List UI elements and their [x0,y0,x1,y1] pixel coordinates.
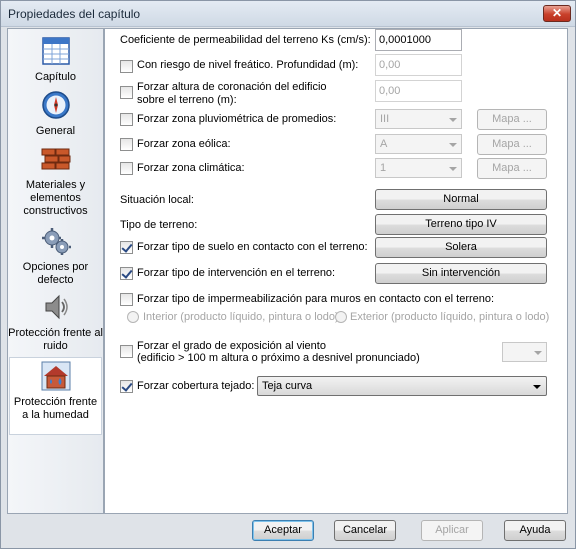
apply-button[interactable]: Aplicar [421,520,483,541]
permeability-input[interactable]: 0,0001000 [375,29,462,51]
sidebar-item-humedad[interactable]: Protección frente a la humedad [9,357,102,435]
chevron-down-icon [449,143,457,147]
chevron-down-icon [449,167,457,171]
crown-height-input[interactable]: 0,00 [375,80,462,102]
crown-height-label-2: sobre el terreno (m): [137,94,237,106]
sidebar-item-opciones[interactable]: Opciones por defecto [8,225,103,286]
sidebar-item-label: Opciones por defecto [22,261,89,286]
chevron-down-icon [449,118,457,122]
speaker-icon [45,294,68,320]
wind-exposure-label-2: (edificio > 100 m altura o próximo a des… [137,352,420,364]
roof-cover-checkbox[interactable] [120,380,133,393]
wind-zone-select[interactable]: A [375,134,462,154]
title-bar[interactable]: Propiedades del capítulo ✕ [1,1,575,27]
wind-exposure-select[interactable] [502,342,547,362]
bricks-icon [41,148,70,170]
climate-zone-map-button[interactable]: Mapa ... [477,158,547,179]
rain-zone-select[interactable]: III [375,109,462,129]
sidebar-item-materiales[interactable]: Materiales y elementos constructivos [8,143,103,219]
compass-icon [41,91,70,119]
accept-button[interactable]: Aceptar [252,520,314,541]
climate-zone-value: 1 [380,162,387,174]
climate-zone-select[interactable]: 1 [375,158,462,178]
waterproofing-label: Forzar tipo de impermeabilización para m… [137,293,495,305]
sidebar-item-ruido[interactable]: Protección frente al ruido [8,291,103,353]
sidebar: Capítulo General Materiales y elementos … [7,28,104,514]
rain-zone-value: III [380,113,390,125]
humidity-icon [41,361,70,391]
roof-cover-value: Teja curva [262,380,313,392]
local-situation-label: Situación local: [120,194,194,206]
exterior-radio-label: Exterior (producto líquido, pintura o lo… [350,311,550,323]
chevron-down-icon [534,351,542,355]
help-button[interactable]: Ayuda [504,520,566,541]
close-button[interactable]: ✕ [543,5,571,22]
interior-radio-label: Interior (producto líquido, pintura o lo… [143,311,339,323]
intervention-type-button[interactable]: Sin intervención [375,263,547,284]
permeability-label: Coeficiente de permeabilidad del terreno… [120,34,371,46]
crown-height-label-1: Forzar altura de coronación del edificio [137,81,327,93]
soil-type-label: Forzar tipo de suelo en contacto con el … [137,241,368,253]
sidebar-item-label: Materiales y elementos constructivos [23,179,88,217]
wind-zone-label: Forzar zona eólica: [137,138,231,150]
terrain-type-button[interactable]: Terreno tipo IV [375,214,547,235]
soil-type-checkbox[interactable] [120,241,133,254]
roof-cover-select[interactable]: Teja curva [257,376,547,396]
sidebar-item-general[interactable]: General [8,89,103,139]
wind-exposure-label-1: Forzar el grado de exposición al viento [137,340,326,352]
rain-zone-label: Forzar zona pluviométrica de promedios: [137,113,337,125]
intervention-type-checkbox[interactable] [120,267,133,280]
wind-zone-map-button[interactable]: Mapa ... [477,134,547,155]
rain-zone-checkbox[interactable] [120,113,133,126]
wind-exposure-checkbox[interactable] [120,345,133,358]
rain-zone-map-button[interactable]: Mapa ... [477,109,547,130]
content-panel: Coeficiente de permeabilidad del terreno… [104,28,568,514]
climate-zone-label: Forzar zona climática: [137,162,245,174]
soil-type-button[interactable]: Solera [375,237,547,258]
sidebar-item-label: Protección frente a la humedad [13,396,98,421]
sidebar-item-label: Capítulo [35,71,76,83]
sidebar-item-label: General [35,125,76,137]
dialog-window: Propiedades del capítulo ✕ Capítulo Gene… [0,0,576,549]
table-icon [41,37,70,65]
exterior-radio[interactable] [335,311,347,323]
phreatic-depth-input[interactable]: 0,00 [375,54,462,76]
window-title: Propiedades del capítulo [8,7,141,21]
chevron-down-icon [533,385,541,389]
intervention-type-label: Forzar tipo de intervención en el terren… [137,267,336,279]
terrain-type-label: Tipo de terreno: [120,219,198,231]
crown-height-checkbox[interactable] [120,86,133,99]
gears-icon [41,228,71,255]
roof-cover-label: Forzar cobertura tejado: [137,380,255,392]
sidebar-item-label: Protección frente al ruido [8,327,103,352]
waterproofing-checkbox[interactable] [120,293,133,306]
sidebar-item-capitulo[interactable]: Capítulo [8,35,103,85]
local-situation-button[interactable]: Normal [375,189,547,210]
phreatic-label: Con riesgo de nivel freático. Profundida… [137,59,359,71]
interior-radio[interactable] [127,311,139,323]
climate-zone-checkbox[interactable] [120,162,133,175]
wind-zone-value: A [380,138,388,150]
phreatic-checkbox[interactable] [120,60,133,73]
wind-zone-checkbox[interactable] [120,138,133,151]
cancel-button[interactable]: Cancelar [334,520,396,541]
